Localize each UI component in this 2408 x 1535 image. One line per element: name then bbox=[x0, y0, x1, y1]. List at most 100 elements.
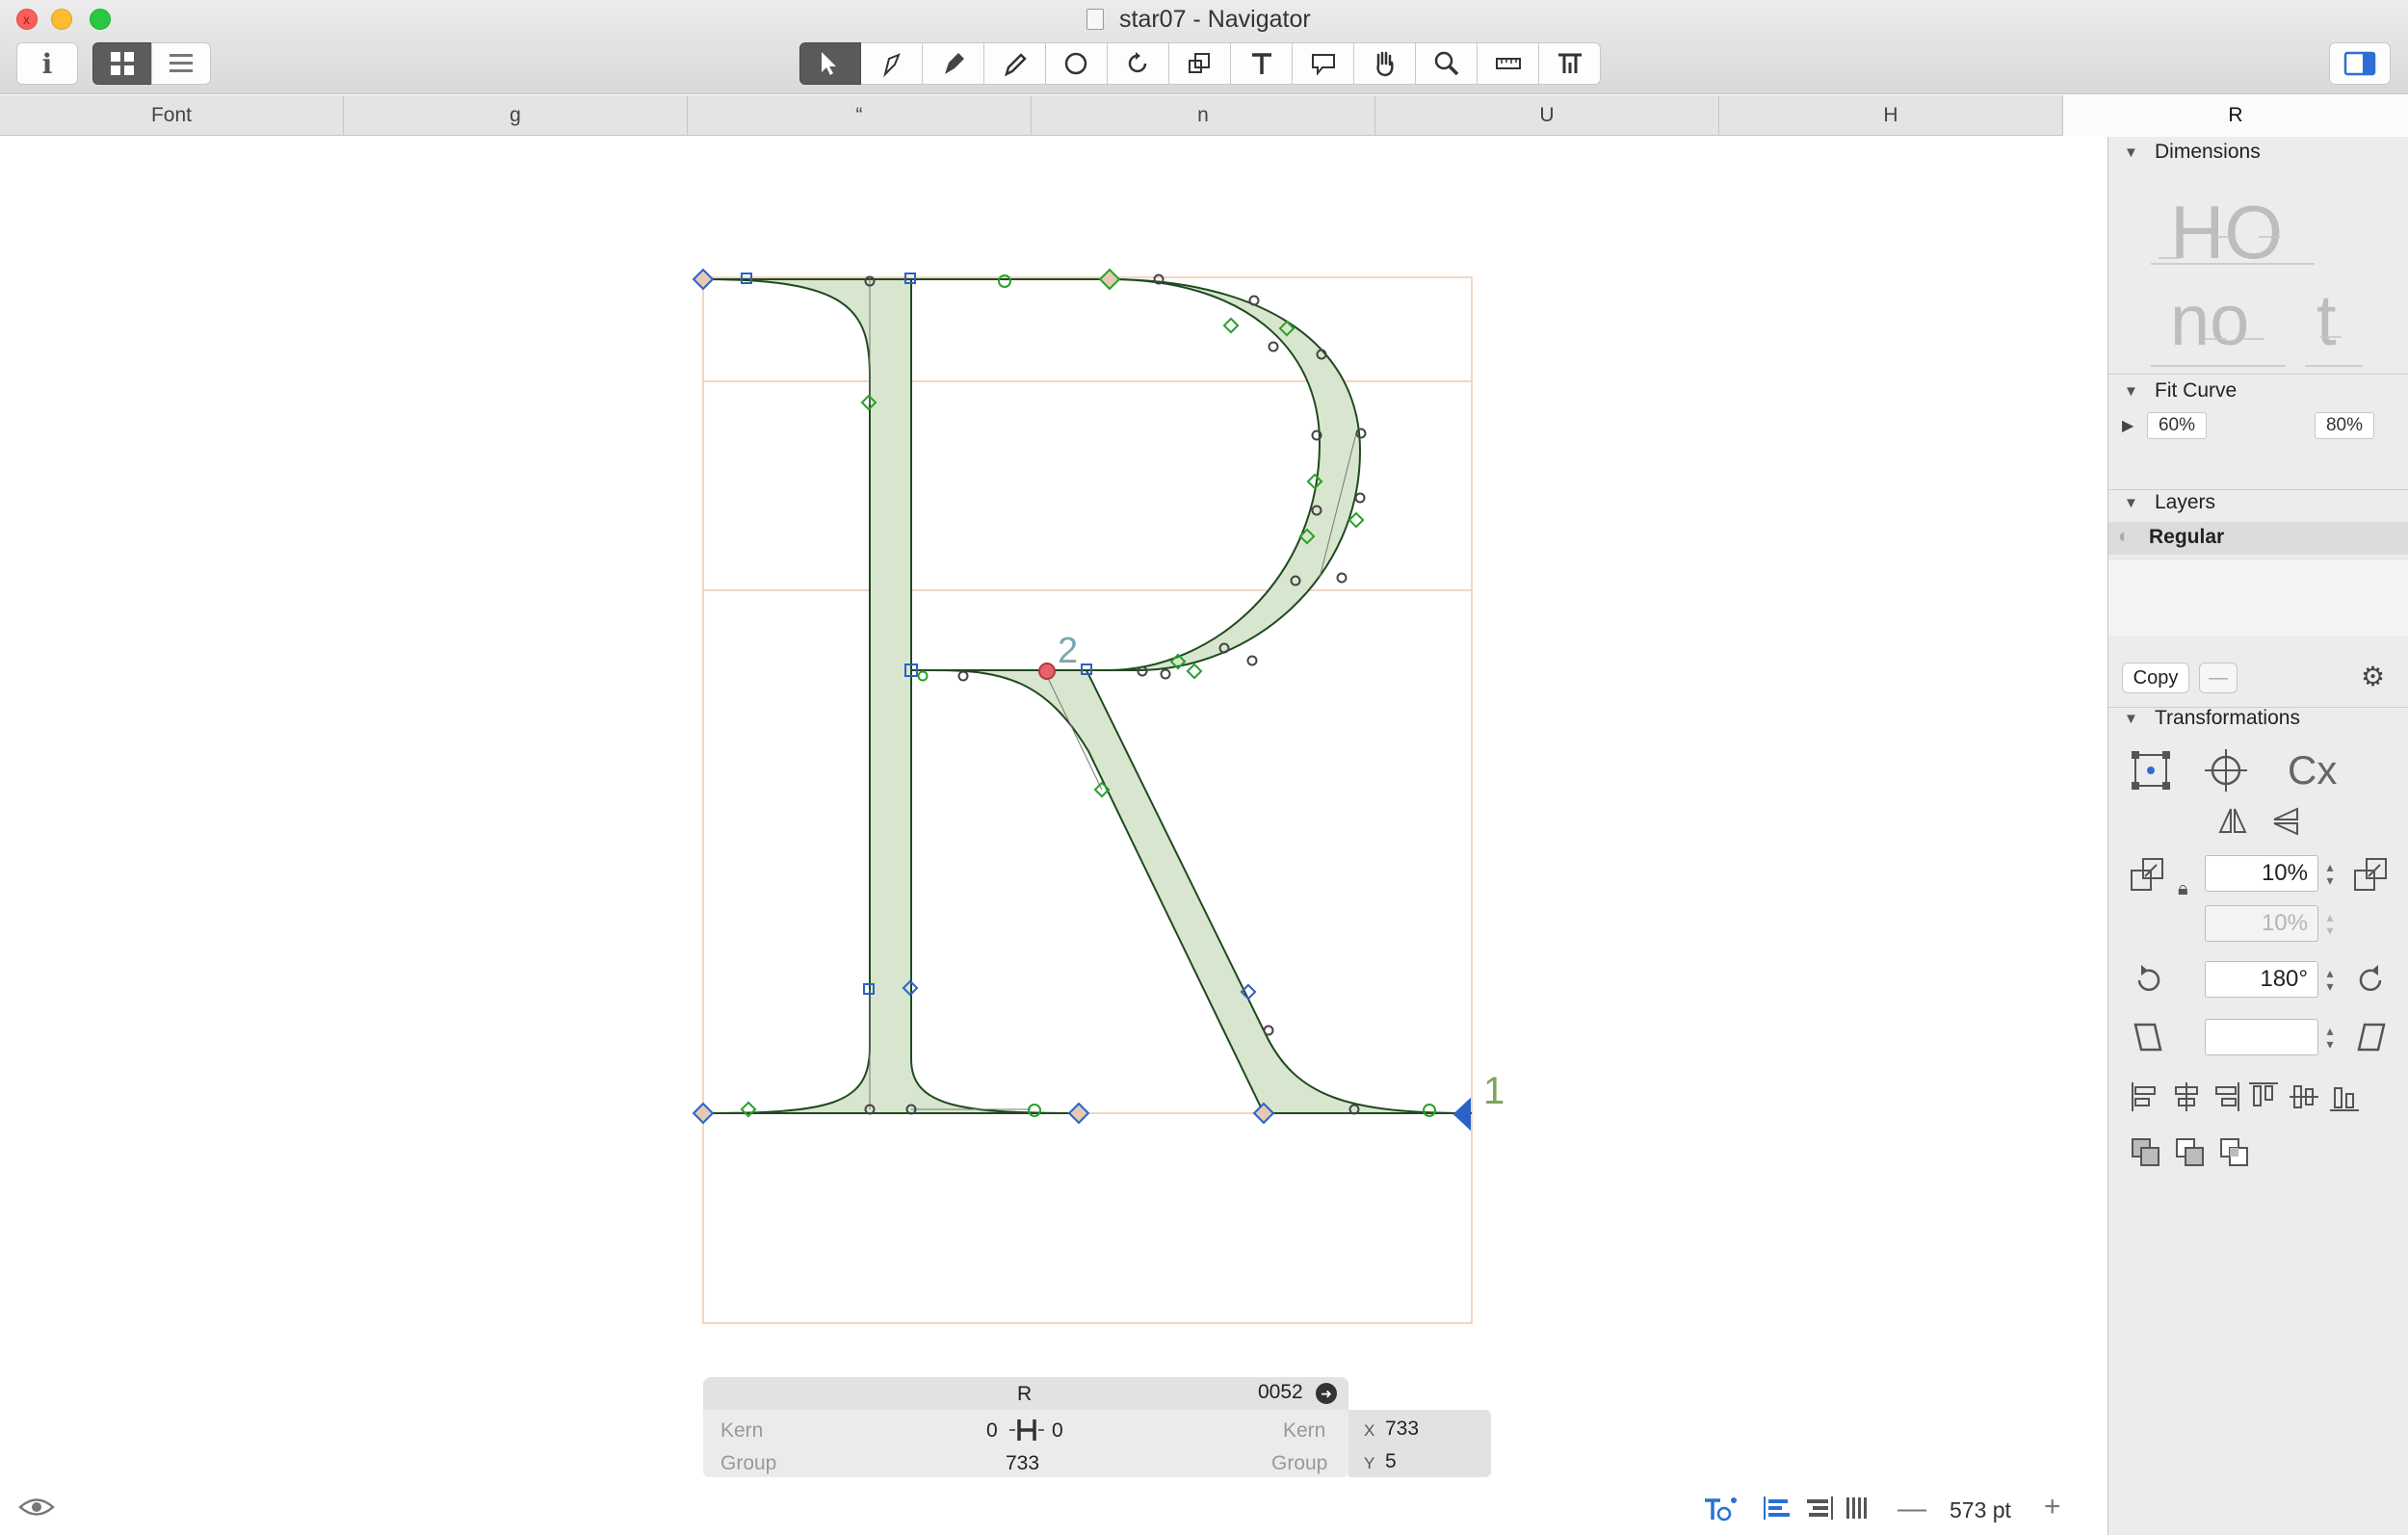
slant-right-icon[interactable] bbox=[2355, 1021, 2388, 1054]
right-sidebearing-value[interactable]: 0 bbox=[1052, 1419, 1063, 1443]
zoom-out-button[interactable]: — bbox=[1898, 1493, 1926, 1525]
tab-n[interactable]: n bbox=[1032, 95, 1375, 136]
sidebar-icon bbox=[2343, 51, 2376, 76]
remove-layer-button[interactable]: — bbox=[2199, 663, 2238, 693]
preview-eye-icon[interactable] bbox=[17, 1495, 56, 1527]
crosshair-origin-icon[interactable] bbox=[2203, 747, 2249, 794]
shape-tool[interactable] bbox=[1046, 42, 1108, 85]
glyph-info-panel: R 0052 ➜ Kern Group 0 0 733 Kern Group X… bbox=[703, 1377, 1491, 1483]
annotation-tool[interactable] bbox=[1293, 42, 1354, 85]
transformations-header[interactable]: ▼ Transformations bbox=[2108, 703, 2408, 738]
scale-x-field[interactable]: 10% bbox=[2205, 855, 2318, 892]
arrow-right-icon[interactable]: ➜ bbox=[1316, 1383, 1337, 1404]
justify-icon[interactable] bbox=[1844, 1495, 1869, 1528]
fit-curve-header[interactable]: ▼ Fit Curve bbox=[2108, 376, 2408, 410]
fit-curve-max-field[interactable]: 80% bbox=[2315, 412, 2374, 439]
slant-stepper[interactable]: ▴ ▾ bbox=[2322, 1019, 2338, 1055]
zoom-in-button[interactable]: + bbox=[2044, 1491, 2061, 1523]
info-icon: i bbox=[41, 47, 53, 80]
tab-g[interactable]: g bbox=[344, 95, 688, 136]
flip-vertical-icon[interactable] bbox=[2270, 805, 2303, 838]
y-value[interactable]: 5 bbox=[1385, 1450, 1397, 1473]
tool-palette bbox=[799, 42, 1601, 85]
type-tool[interactable] bbox=[1539, 42, 1601, 85]
bounding-box-origin-icon[interactable] bbox=[2130, 749, 2172, 792]
width-glyph-icon bbox=[1009, 1419, 1044, 1441]
glyph-edit-area[interactable]: 2 1 bbox=[0, 137, 2107, 1535]
transform-origin-cx[interactable]: Cx bbox=[2288, 747, 2337, 794]
align-top-icon[interactable] bbox=[2247, 1080, 2280, 1113]
align-middle-icon[interactable] bbox=[2288, 1080, 2320, 1113]
rotate-cw-icon[interactable] bbox=[2355, 963, 2388, 996]
play-icon[interactable]: ▶ bbox=[2122, 416, 2133, 435]
lock-icon[interactable]: 🔒︎ bbox=[2178, 878, 2188, 900]
minimize-button[interactable] bbox=[51, 9, 72, 30]
flip-horizontal-icon[interactable] bbox=[2216, 805, 2249, 838]
copy-layer-button[interactable]: Copy bbox=[2122, 663, 2189, 693]
align-right-icon[interactable] bbox=[1805, 1495, 1834, 1528]
zoom-level[interactable]: 573 pt bbox=[1950, 1497, 2011, 1523]
glyph-width-value[interactable]: 733 bbox=[1006, 1452, 1039, 1475]
union-icon[interactable] bbox=[2130, 1136, 2162, 1169]
hand-tool[interactable] bbox=[1354, 42, 1416, 85]
maximize-button[interactable] bbox=[90, 9, 111, 30]
subtract-icon[interactable] bbox=[2174, 1136, 2207, 1169]
scale-x-stepper[interactable]: ▴ ▾ bbox=[2322, 855, 2338, 892]
align-left-icon[interactable] bbox=[1763, 1495, 1792, 1528]
pencil-tool[interactable] bbox=[984, 42, 1046, 85]
select-tool[interactable] bbox=[799, 42, 861, 85]
tab-u[interactable]: U bbox=[1375, 95, 1719, 136]
fit-curve-min-field[interactable]: 60% bbox=[2147, 412, 2207, 439]
rotate-field[interactable]: 180° bbox=[2205, 961, 2318, 998]
layer-visibility-icon[interactable]: ◐ bbox=[2118, 526, 2130, 548]
close-icon: x bbox=[23, 12, 30, 27]
rotate-tool[interactable] bbox=[1108, 42, 1169, 85]
ruler-icon bbox=[1495, 58, 1521, 69]
tab-r[interactable]: R bbox=[2063, 95, 2408, 136]
list-icon bbox=[170, 54, 193, 72]
close-button[interactable]: x bbox=[16, 9, 38, 30]
gear-icon[interactable]: ⚙ bbox=[2361, 661, 2385, 692]
dimensions-header[interactable]: ▼ Dimensions bbox=[2108, 137, 2408, 171]
scale-y-field[interactable]: 10% bbox=[2205, 905, 2318, 942]
scale-tool[interactable] bbox=[1169, 42, 1231, 85]
text-tool[interactable] bbox=[1231, 42, 1293, 85]
scale-up-icon[interactable] bbox=[2353, 857, 2388, 892]
scale-down-icon[interactable] bbox=[2130, 857, 2164, 892]
slant-left-icon[interactable] bbox=[2132, 1021, 2164, 1054]
layer-row-regular[interactable]: ◐ Regular bbox=[2108, 522, 2408, 555]
align-right-edge-icon[interactable] bbox=[2209, 1080, 2241, 1113]
app-window: x star07 - Navigator i Font g “ n U H R … bbox=[0, 0, 2408, 1535]
x-value[interactable]: 733 bbox=[1385, 1418, 1419, 1441]
pen-tool[interactable] bbox=[923, 42, 984, 85]
rotate-stepper[interactable]: ▴ ▾ bbox=[2322, 961, 2338, 998]
measure-tool[interactable] bbox=[1478, 42, 1539, 85]
tab-quote[interactable]: “ bbox=[688, 95, 1032, 136]
align-left-edge-icon[interactable] bbox=[2130, 1080, 2162, 1113]
glyph-canvas[interactable]: 2 1 R 0052 ➜ Kern Group 0 0 733 Kern Gro… bbox=[0, 137, 2107, 1535]
disclosure-triangle-icon: ▼ bbox=[2124, 495, 2138, 511]
pencil-icon bbox=[1004, 53, 1027, 77]
slant-field[interactable] bbox=[2205, 1019, 2318, 1055]
info-button[interactable]: i bbox=[16, 42, 78, 85]
tab-h[interactable]: H bbox=[1719, 95, 2063, 136]
left-sidebearing-value[interactable]: 0 bbox=[986, 1419, 998, 1443]
list-view-button[interactable] bbox=[151, 42, 211, 85]
layers-header[interactable]: ▼ Layers bbox=[2108, 487, 2408, 522]
glyph-name-bar: R 0052 ➜ bbox=[703, 1377, 1348, 1412]
glyph-unicode: 0052 bbox=[1258, 1381, 1303, 1403]
align-center-icon[interactable] bbox=[2170, 1080, 2203, 1113]
dimensions-preview[interactable]: HO no t bbox=[2151, 183, 2372, 376]
intersect-icon[interactable] bbox=[2218, 1136, 2251, 1169]
edit-tool[interactable] bbox=[861, 42, 923, 85]
glyph-outline[interactable] bbox=[702, 278, 1473, 1114]
align-bottom-icon[interactable] bbox=[2328, 1080, 2361, 1113]
rotate-ccw-icon[interactable] bbox=[2132, 963, 2164, 996]
zoom-tool[interactable] bbox=[1416, 42, 1478, 85]
pen-icon bbox=[944, 53, 964, 74]
scale-y-stepper[interactable]: ▴ ▾ bbox=[2322, 905, 2338, 942]
grid-view-button[interactable] bbox=[92, 42, 152, 85]
sidebar-toggle-button[interactable] bbox=[2329, 42, 2391, 85]
text-preview-icon[interactable] bbox=[1703, 1495, 1738, 1530]
tab-font[interactable]: Font bbox=[0, 95, 344, 136]
